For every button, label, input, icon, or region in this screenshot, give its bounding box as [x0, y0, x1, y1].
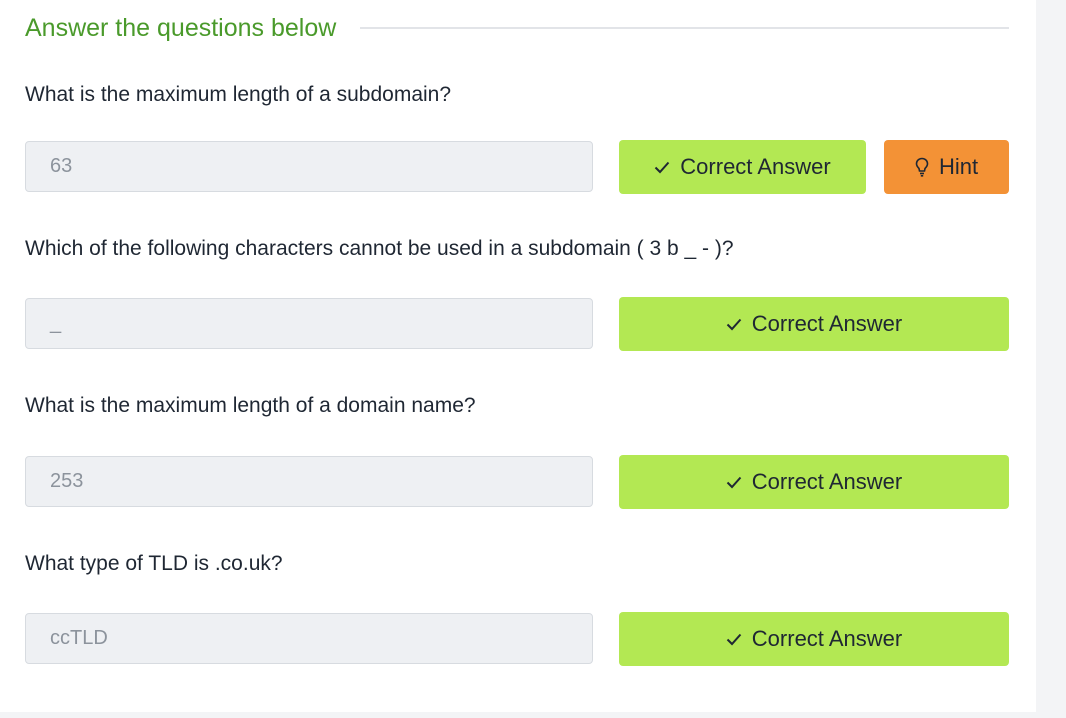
question-2-answer-field[interactable]: _ — [25, 298, 593, 349]
question-4-text: What type of TLD is .co.uk? — [25, 552, 283, 575]
correct-answer-label: Correct Answer — [751, 311, 903, 336]
check-icon — [654, 161, 670, 174]
correct-answer-label: Correct Answer — [751, 469, 903, 494]
question-1-correct-answer-button[interactable]: Correct Answer — [619, 140, 866, 194]
question-1-answer-field[interactable]: 63 — [25, 141, 593, 192]
check-icon — [726, 633, 742, 646]
question-4-correct-answer-button[interactable]: Correct Answer — [619, 612, 1009, 666]
question-3-correct-answer-button[interactable]: Correct Answer — [619, 455, 1009, 509]
correct-answer-label: Correct Answer — [751, 626, 903, 651]
hint-label: Hint — [938, 154, 979, 179]
question-3-answer-field[interactable]: 253 — [25, 456, 593, 507]
lightbulb-icon — [915, 157, 929, 177]
question-2-correct-answer-button[interactable]: Correct Answer — [619, 297, 1009, 351]
check-icon — [726, 476, 742, 489]
question-1-text: What is the maximum length of a subdomai… — [25, 83, 452, 106]
correct-answer-label: Correct Answer — [680, 154, 831, 179]
check-icon — [726, 318, 742, 331]
questions-card: Answer the questions below What is the m… — [0, 0, 1036, 712]
question-4-answer-field[interactable]: ccTLD — [25, 613, 593, 664]
question-1-hint-button[interactable]: Hint — [884, 140, 1009, 194]
section-divider — [360, 27, 1009, 29]
section-header: Answer the questions below — [25, 10, 1009, 46]
page-background-strip — [1036, 0, 1066, 718]
section-title: Answer the questions below — [25, 13, 337, 42]
question-3-text: What is the maximum length of a domain n… — [25, 394, 476, 417]
question-2-text: Which of the following characters cannot… — [25, 237, 734, 260]
